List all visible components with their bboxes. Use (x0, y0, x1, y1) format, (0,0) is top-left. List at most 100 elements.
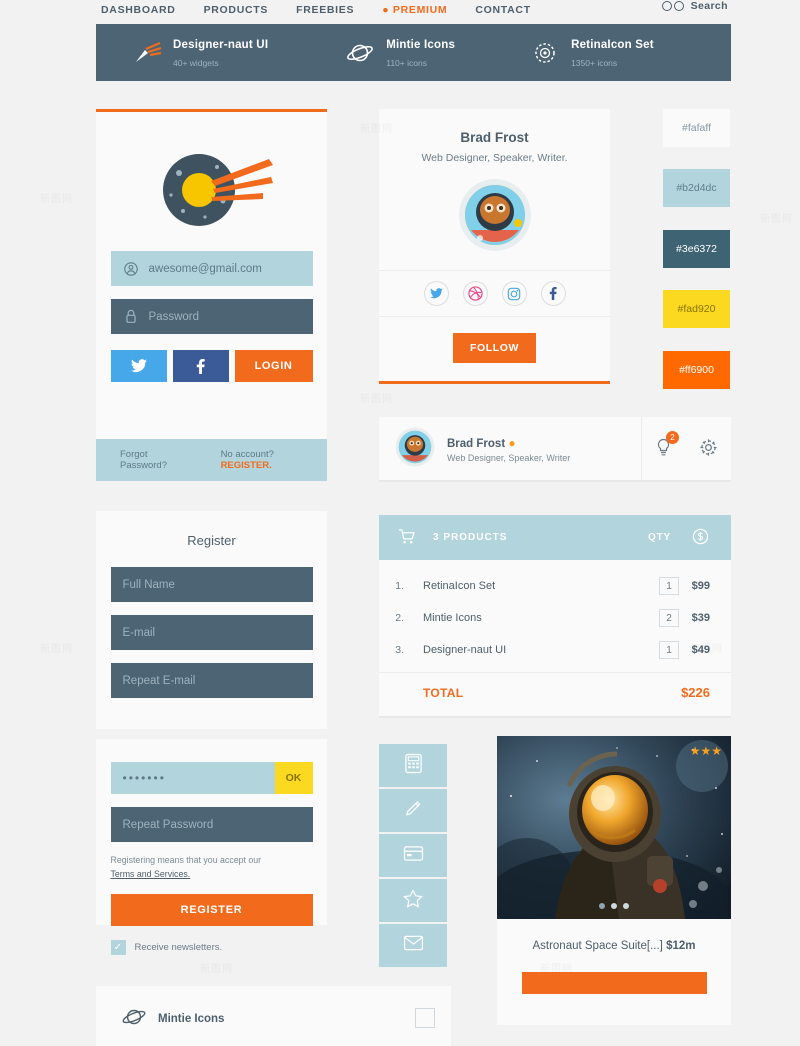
row-price: $49 (691, 644, 710, 656)
row-product-name: RetinaIcon Set (423, 580, 496, 592)
promo-item-mintie-icons[interactable]: Mintie Icons 110+ icons (345, 35, 455, 71)
star-icon (403, 888, 423, 913)
search-button[interactable]: Search (661, 0, 728, 12)
row-index: 2. (395, 612, 404, 624)
color-swatch-ff6900[interactable]: #ff6900 (663, 351, 730, 389)
row-product-name: Mintie Icons (423, 612, 482, 624)
email-register-field[interactable]: E-mail (110, 615, 313, 650)
dribbble-icon[interactable] (462, 281, 488, 306)
ok-button[interactable]: OK (274, 762, 313, 794)
cart-header: 3 PRODUCTS QTY (379, 515, 731, 560)
nav-item-products[interactable]: PRODUCTS (204, 4, 269, 16)
promo-bar: Designer-naut UI 40+ widgets Mintie Icon… (96, 24, 731, 81)
settings-button[interactable] (685, 438, 731, 462)
notification-badge: 2 (666, 431, 679, 444)
carousel-dots[interactable] (497, 903, 731, 909)
pencil-icon (404, 799, 423, 823)
carousel-dot-3[interactable] (623, 903, 629, 909)
login-footer: Forgot Password? No account? REGISTER. (96, 439, 327, 481)
calculator-tool-button[interactable] (379, 744, 447, 787)
cart-title: 3 PRODUCTS (433, 532, 508, 543)
terms-sentence: Registering means that you accept our (110, 855, 262, 865)
password-field[interactable]: Password (110, 299, 313, 334)
card-bottom-accent (379, 381, 610, 384)
carousel-dot-1[interactable] (599, 903, 605, 909)
lock-icon (123, 309, 139, 325)
pencil-tool-button[interactable] (379, 789, 447, 832)
login-button-row: LOGIN (110, 350, 313, 382)
color-swatch-fad920[interactable]: #fad920 (663, 290, 730, 328)
envelope-tool-button[interactable] (379, 924, 447, 967)
table-row: 2. Mintie Icons 2 $39 (379, 602, 731, 634)
no-account-text: No account? REGISTER. (221, 449, 327, 471)
twitter-icon[interactable] (423, 281, 449, 306)
twitter-login-button[interactable] (110, 350, 167, 382)
login-button[interactable]: LOGIN (234, 350, 313, 382)
comet-icon (132, 40, 162, 66)
cart-card: 3 PRODUCTS QTY 1. RetinaIcon Set 1 $99 2… (379, 515, 731, 718)
user-avatar (395, 427, 435, 472)
product-price: $12m (666, 940, 696, 952)
promo-item-designer-naut[interactable]: Designer-naut UI 40+ widgets (132, 35, 268, 71)
instagram-icon[interactable] (501, 281, 527, 306)
newsletter-row[interactable]: ✓ Receive newsletters. (110, 940, 313, 955)
newsletter-label: Receive newsletters. (134, 942, 223, 953)
watermark: 新图网 (40, 190, 73, 205)
bottom-product-checkbox[interactable] (415, 1008, 435, 1028)
follow-button[interactable]: FOLLOW (453, 332, 536, 363)
terms-link[interactable]: Terms and Services. (111, 869, 191, 879)
bottom-product-row[interactable]: Mintie Icons (96, 986, 451, 1033)
cart-qty-label: QTY (648, 532, 671, 543)
row-qty-input[interactable]: 1 (659, 577, 679, 595)
password-input[interactable]: ••••••• (110, 762, 275, 794)
row-qty-input[interactable]: 1 (659, 641, 679, 659)
nav-item-dashboard[interactable]: DASHBOARD (101, 4, 176, 16)
carousel-dot-2[interactable] (611, 903, 617, 909)
repeat-email-field[interactable]: Repeat E-mail (110, 663, 313, 698)
email-field-wrap: awesome@gmail.com (96, 251, 327, 286)
globe-icon (530, 40, 560, 66)
cart-total-label: TOTAL (423, 685, 464, 700)
password-field-wrap: Password (96, 299, 327, 334)
credit-card-icon (403, 845, 424, 867)
table-row: 1. RetinaIcon Set 1 $99 (379, 570, 731, 602)
facebook-icon[interactable] (540, 281, 566, 306)
nav-item-premium[interactable]: ● PREMIUM (382, 4, 447, 16)
nav-item-contact[interactable]: CONTACT (475, 4, 530, 16)
row-product-name: Designer-naut UI (423, 644, 507, 656)
search-label: Search (690, 0, 728, 12)
password-card: ••••••• OK Repeat Password Registering m… (96, 739, 327, 955)
social-links (379, 270, 610, 316)
card-underline (379, 480, 731, 482)
password-row: ••••••• OK (110, 762, 313, 794)
repeat-password-field[interactable]: Repeat Password (110, 807, 313, 842)
register-button[interactable]: REGISTER (110, 894, 313, 926)
notifications-button[interactable]: 2 (641, 417, 685, 482)
repeat-password-placeholder: Repeat Password (122, 818, 214, 831)
nav-item-freebies[interactable]: FREEBIES (296, 4, 354, 16)
product-image: ★★★ (497, 736, 731, 919)
repeat-email-placeholder: Repeat E-mail (122, 674, 196, 687)
color-swatch-fafaff[interactable]: #fafaff (663, 109, 730, 147)
product-title: Astronaut Space Suite[...] (532, 940, 663, 952)
newsletter-checkbox[interactable]: ✓ (110, 940, 126, 955)
color-swatch-3e6372[interactable]: #3e6372 (663, 230, 730, 268)
password-placeholder: Password (148, 310, 200, 323)
email-register-placeholder: E-mail (122, 626, 156, 639)
color-swatch-b2d4dc[interactable]: #b2d4dc (663, 169, 730, 207)
product-buy-button[interactable] (521, 972, 707, 994)
fullname-field[interactable]: Full Name (110, 567, 313, 602)
credit-card-tool-button[interactable] (379, 834, 447, 877)
fullname-placeholder: Full Name (122, 578, 175, 591)
email-field[interactable]: awesome@gmail.com (110, 251, 313, 286)
facebook-login-button[interactable] (172, 350, 229, 382)
row-qty-input[interactable]: 2 (659, 609, 679, 627)
star-tool-button[interactable] (379, 879, 447, 922)
watermark: 新图网 (200, 960, 233, 975)
price-tag-icon (692, 528, 709, 548)
forgot-password-link[interactable]: Forgot Password? (120, 449, 197, 471)
glasses-icon (661, 1, 684, 11)
follow-row: FOLLOW (379, 316, 610, 378)
promo-item-retinaicon-set[interactable]: RetinaIcon Set 1350+ icons (530, 35, 654, 71)
register-link[interactable]: REGISTER. (221, 460, 272, 471)
